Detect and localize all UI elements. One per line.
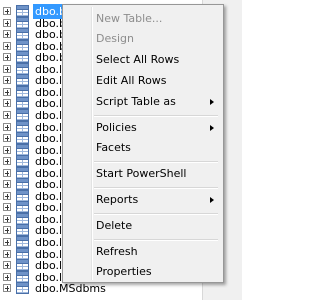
menu-item-label: Delete	[96, 219, 133, 232]
menu-item-start-powershell[interactable]: Start PowerShell	[65, 164, 221, 184]
menu-item-properties[interactable]: Properties	[65, 262, 221, 282]
menu-item-select-all-rows[interactable]: Select All Rows	[65, 50, 221, 70]
menu-item-edit-all-rows[interactable]: Edit All Rows	[65, 71, 221, 91]
menu-item-label: Script Table as	[96, 95, 176, 108]
context-menu: New Table... Design Select All Rows Edit…	[62, 4, 224, 283]
menu-separator	[94, 239, 218, 241]
menu-item-design[interactable]: Design	[65, 29, 221, 49]
menu-item-label: Edit All Rows	[96, 74, 167, 87]
submenu-arrow-icon	[210, 99, 214, 105]
menu-item-label: Facets	[96, 141, 131, 154]
menu-item-label: Policies	[96, 121, 137, 134]
menu-item-facets[interactable]: Facets	[65, 138, 221, 158]
menu-item-refresh[interactable]: Refresh	[65, 242, 221, 262]
expand-plus-icon[interactable]	[3, 284, 11, 293]
tree-node-label: dbo.MSdbms	[35, 282, 106, 296]
menu-item-label: Reports	[96, 193, 139, 206]
menu-item-label: Properties	[96, 265, 152, 278]
menu-separator	[94, 187, 218, 189]
menu-item-label: New Table...	[96, 12, 163, 25]
menu-item-script-table-as[interactable]: Script Table as	[65, 92, 221, 112]
menu-item-label: Refresh	[96, 245, 138, 258]
menu-item-label: Design	[96, 32, 134, 45]
table-icon	[16, 282, 29, 295]
menu-separator	[94, 115, 218, 117]
submenu-arrow-icon	[210, 197, 214, 203]
menu-separator	[94, 213, 218, 215]
menu-item-new-table[interactable]: New Table...	[65, 9, 221, 29]
menu-item-policies[interactable]: Policies	[65, 118, 221, 138]
menu-item-label: Select All Rows	[96, 53, 180, 66]
menu-separator	[94, 161, 218, 163]
submenu-arrow-icon	[210, 125, 214, 131]
menu-item-label: Start PowerShell	[96, 167, 187, 180]
menu-item-delete[interactable]: Delete	[65, 216, 221, 236]
menu-item-reports[interactable]: Reports	[65, 190, 221, 210]
